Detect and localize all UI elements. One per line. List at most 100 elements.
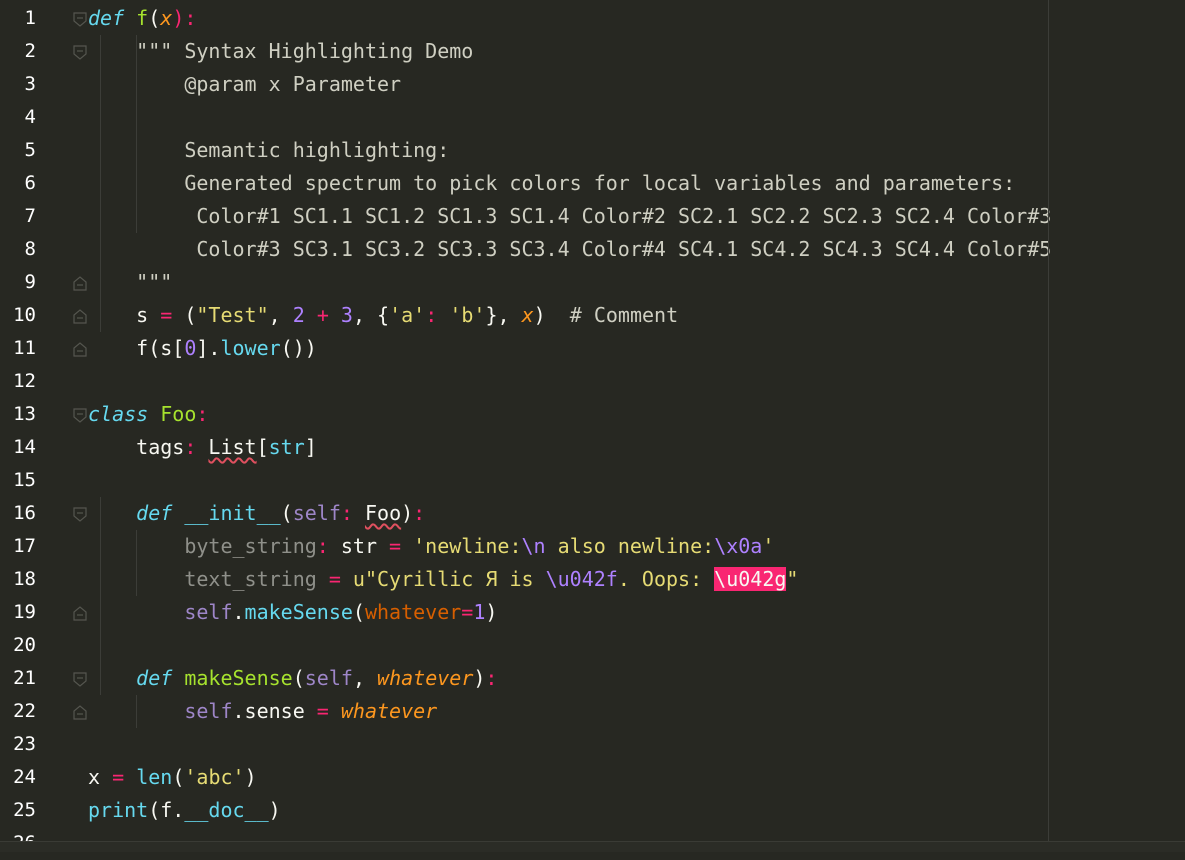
code-line[interactable]: Color#3 SC3.1 SC3.2 SC3.3 SC3.4 Color#4 … [88, 233, 1051, 266]
code-line[interactable]: def makeSense(self, whatever): [88, 662, 497, 695]
line-number: 4 [24, 106, 36, 128]
fold-end-icon[interactable] [72, 605, 88, 621]
fold-open-icon[interactable] [72, 44, 88, 60]
fold-open-icon[interactable] [72, 506, 88, 522]
code-token: ]. [196, 336, 221, 360]
code-token: def [136, 501, 173, 525]
line-number: 21 [13, 667, 36, 689]
code-token: 'b' [449, 303, 486, 327]
code-token: : [425, 303, 438, 327]
line-number: 19 [13, 601, 36, 623]
code-line[interactable]: text_string = u"Cyrillic Я is \u042f. Oo… [88, 563, 798, 596]
line-number: 3 [24, 73, 36, 95]
code-token: ) [268, 798, 281, 822]
code-token: \u042f [545, 567, 618, 591]
code-token: x [160, 6, 173, 30]
code-line[interactable]: self.sense = whatever [88, 695, 437, 728]
code-line[interactable]: print(f.__doc__) [88, 794, 281, 827]
code-token: lower [220, 336, 281, 360]
code-token: ) [244, 765, 257, 789]
code-token: self [184, 699, 233, 723]
code-token: # Comment [569, 303, 679, 327]
code-token: 3 [340, 303, 353, 327]
code-line[interactable]: def __init__(self: Foo): [88, 497, 425, 530]
code-line[interactable]: def f(x): [88, 2, 196, 35]
code-token: List [208, 435, 257, 459]
code-line[interactable]: Color#1 SC1.1 SC1.2 SC1.3 SC1.4 Color#2 … [88, 200, 1051, 233]
line-number: 11 [13, 337, 36, 359]
line-number: 24 [13, 766, 36, 788]
fold-end-icon[interactable] [72, 341, 88, 357]
code-token: .sense [232, 699, 317, 723]
code-token: s [88, 303, 161, 327]
code-line[interactable]: """ Syntax Highlighting Demo [88, 35, 473, 68]
fold-open-icon[interactable] [72, 671, 88, 687]
code-token: also newline: [545, 534, 715, 558]
code-token: ) [533, 303, 570, 327]
code-token: x [88, 765, 113, 789]
fold-end-icon[interactable] [72, 308, 88, 324]
code-line[interactable]: @param x Parameter [88, 68, 401, 101]
code-token: self [304, 666, 353, 690]
code-token: print [88, 798, 149, 822]
code-token: = [160, 303, 173, 327]
code-line[interactable]: byte_string: str = 'newline:\n also newl… [88, 530, 774, 563]
code-token: ' [762, 534, 775, 558]
code-line[interactable]: self.makeSense(whatever=1) [88, 596, 497, 629]
code-token: = [316, 699, 329, 723]
code-line[interactable]: s = ("Test", 2 + 3, {'a': 'b'}, x) # Com… [88, 299, 678, 332]
code-editor[interactable]: 1 2 3 4 5 6 7 8 9 10 11 12 13 14 15 16 17 18 19 20 21 22 23 24 2… [0, 0, 1185, 854]
code-line[interactable]: f(s[0].lower()) [88, 332, 317, 365]
code-token: 'a' [389, 303, 426, 327]
code-token: 0 [184, 336, 197, 360]
code-token: Generated spectrum to pick colors for lo… [88, 171, 1016, 195]
code-line[interactable]: """ [88, 266, 172, 299]
code-token: text_string [184, 567, 317, 591]
code-token: . Oops: [617, 567, 715, 591]
fold-end-icon[interactable] [72, 275, 88, 291]
code-token: : [485, 666, 498, 690]
code-token: @param x Parameter [88, 72, 402, 96]
right-margin-guide [1048, 0, 1049, 851]
code-token: [ [256, 435, 269, 459]
code-token: , [352, 666, 378, 690]
code-token: }, [485, 303, 522, 327]
code-line[interactable]: x = len('abc') [88, 761, 257, 794]
line-number: 1 [24, 7, 36, 29]
fold-end-icon[interactable] [72, 704, 88, 720]
line-number: 6 [24, 172, 36, 194]
line-number: 5 [24, 139, 36, 161]
code-token: makeSense [244, 600, 353, 624]
fold-open-icon[interactable] [72, 407, 88, 423]
code-line[interactable]: Generated spectrum to pick colors for lo… [88, 167, 1015, 200]
code-token: Foo [160, 402, 197, 426]
line-number: 8 [24, 238, 36, 260]
horizontal-scrollbar[interactable] [0, 841, 1185, 852]
code-token: = [112, 765, 125, 789]
code-token: ) [401, 501, 414, 525]
line-number: 14 [13, 436, 36, 458]
code-line[interactable]: class Foo: [88, 398, 208, 431]
line-number: 25 [13, 799, 36, 821]
code-line[interactable]: tags: List[str] [88, 431, 317, 464]
code-token: self [292, 501, 341, 525]
code-token: Color#1 SC1.1 SC1.2 SC1.3 SC1.4 Color#2 … [88, 204, 1052, 228]
fold-open-icon[interactable] [72, 11, 88, 27]
code-token: : [316, 534, 329, 558]
line-number: 13 [13, 403, 36, 425]
code-token: whatever [377, 666, 474, 690]
code-token: : [413, 501, 426, 525]
code-token: """ Syntax Highlighting Demo [88, 39, 474, 63]
code-token: makeSense [184, 666, 293, 690]
code-token: whatever [364, 600, 462, 624]
code-line[interactable]: Semantic highlighting: [88, 134, 449, 167]
